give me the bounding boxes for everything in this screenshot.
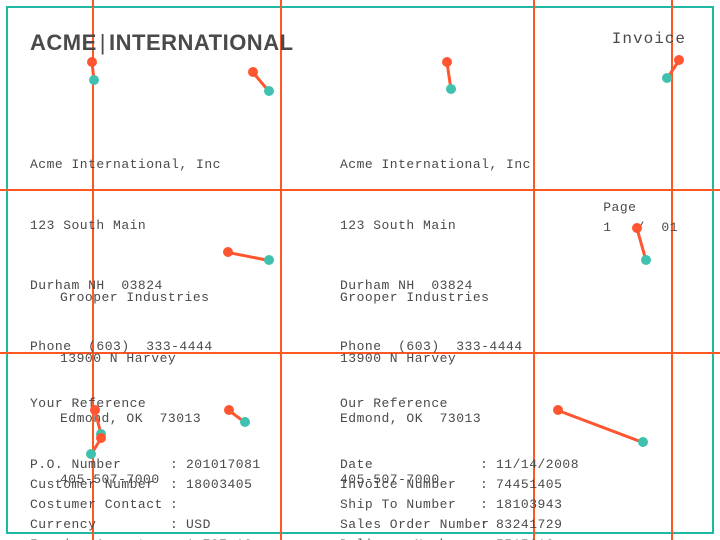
marker-dot-teal [264, 255, 274, 265]
grid-line-vertical [671, 0, 673, 540]
marker-dot-orange [248, 67, 258, 77]
our-ref-key: Delivery Number [340, 535, 480, 540]
your-ref-value [186, 495, 277, 515]
kv-colon: : [480, 495, 496, 515]
sender2-name: Acme International, Inc [340, 155, 531, 175]
kv-colon: : [170, 535, 186, 540]
logo-part2: INTERNATIONAL [109, 30, 294, 55]
our-ref-key: Invoice Number [340, 475, 480, 495]
your-ref-row: Currency: USD [30, 515, 277, 535]
kv-colon: : [170, 495, 186, 515]
page-indicator: Page 1 / 01 [603, 198, 678, 238]
marker-dot-teal [638, 437, 648, 447]
marker-dot-teal [641, 255, 651, 265]
your-ref-key: Invoice Amount [30, 535, 170, 540]
our-ref-value: 83241729 [496, 515, 587, 535]
company-logo: ACME|INTERNATIONAL [30, 30, 294, 56]
logo-divider: | [100, 30, 106, 55]
your-ref-row: P.O. Number: 201017081 [30, 455, 277, 475]
our-ref-value: 74451405 [496, 475, 587, 495]
our-ref-row: Ship To Number: 18103943 [340, 495, 587, 515]
marker-dot-orange [90, 405, 100, 415]
our-ref-row: Date: 11/14/2008 [340, 455, 587, 475]
document-type: Invoice [612, 30, 686, 48]
your-ref-key: Currency [30, 515, 170, 535]
kv-colon: : [480, 515, 496, 535]
page-total: 01 [661, 220, 678, 235]
your-ref-row: Invoice Amount: 1,727.13 [30, 535, 277, 540]
billto-name: Grooper Industries [60, 288, 209, 308]
marker-dot-orange [674, 55, 684, 65]
your-ref-row: Costumer Contact: [30, 495, 277, 515]
our-ref-key: Ship To Number [340, 495, 480, 515]
our-ref-value: 5515616 [496, 535, 587, 540]
marker-dot-orange [442, 57, 452, 67]
logo-part1: ACME [30, 30, 97, 55]
our-ref-value: 18103943 [496, 495, 587, 515]
our-ref-row: Delivery Number: 5515616 [340, 535, 587, 540]
marker-dot-orange [553, 405, 563, 415]
our-ref-title: Our Reference [340, 394, 587, 414]
our-ref-key: Sales Order Number [340, 515, 480, 535]
marker-dot-orange [223, 247, 233, 257]
our-ref-value: 11/14/2008 [496, 455, 587, 475]
sender2-street: 123 South Main [340, 216, 531, 236]
marker-dot-orange [87, 57, 97, 67]
sender-street: 123 South Main [30, 216, 221, 236]
your-ref-title: Your Reference [30, 394, 277, 414]
marker-dot-teal [240, 417, 250, 427]
your-ref-row: Customer Number: 18003405 [30, 475, 277, 495]
kv-colon: : [480, 455, 496, 475]
your-ref-key: Costumer Contact [30, 495, 170, 515]
our-ref-row: Sales Order Number: 83241729 [340, 515, 587, 535]
your-ref-key: P.O. Number [30, 455, 170, 475]
our-reference-block: Our Reference Date: 11/14/2008Invoice Nu… [340, 354, 587, 540]
marker-dot-teal [662, 73, 672, 83]
your-ref-value: 1,727.13 [186, 535, 277, 540]
our-ref-row: Invoice Number: 74451405 [340, 475, 587, 495]
marker-dot-teal [264, 86, 274, 96]
your-ref-value: 18003405 [186, 475, 277, 495]
shipto-name: Grooper Industries [340, 288, 489, 308]
kv-colon: : [170, 455, 186, 475]
kv-colon: : [480, 535, 496, 540]
your-reference-block: Your Reference P.O. Number: 201017081Cus… [30, 354, 277, 540]
kv-colon: : [480, 475, 496, 495]
marker-dot-teal [86, 449, 96, 459]
kv-colon: : [170, 475, 186, 495]
your-ref-value: USD [186, 515, 277, 535]
marker-dot-orange [96, 433, 106, 443]
marker-dot-teal [446, 84, 456, 94]
your-ref-key: Customer Number [30, 475, 170, 495]
our-ref-key: Date [340, 455, 480, 475]
grid-line-vertical [280, 0, 282, 540]
marker-dot-orange [224, 405, 234, 415]
your-ref-value: 201017081 [186, 455, 277, 475]
marker-dot-teal [89, 75, 99, 85]
kv-colon: : [170, 515, 186, 535]
page-label: Page [603, 200, 636, 215]
marker-dot-orange [632, 223, 642, 233]
page-current: 1 [603, 220, 611, 235]
sender-name: Acme International, Inc [30, 155, 221, 175]
